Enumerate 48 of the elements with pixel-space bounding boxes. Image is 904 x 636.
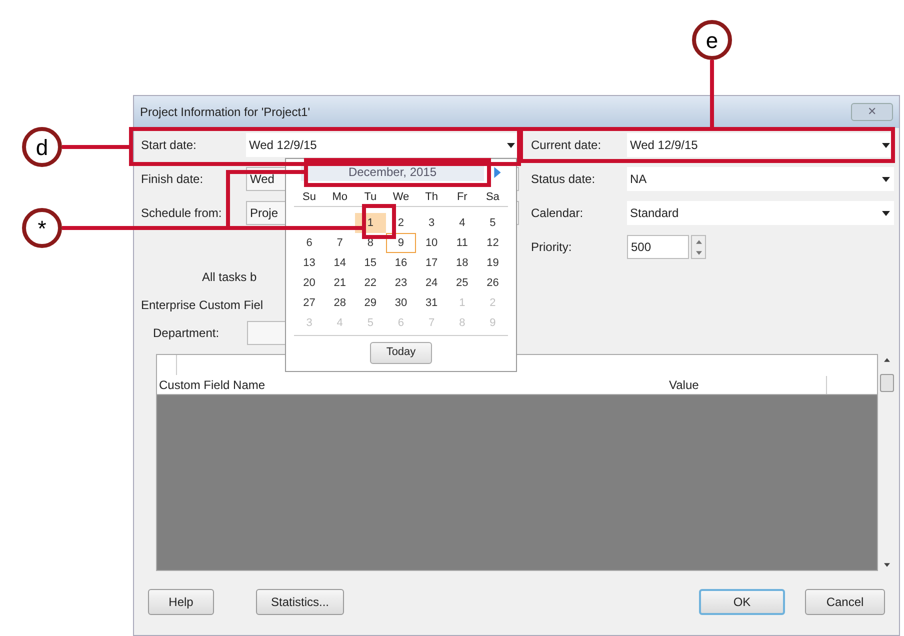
field-label: Finish date: (141, 171, 204, 188)
next-month-icon[interactable] (494, 166, 501, 178)
dropdown-arrow-icon[interactable] (882, 176, 890, 182)
date-dropdown[interactable]: Wed 12/9/15 (246, 133, 519, 157)
weekday-label: Mo (331, 190, 348, 205)
highlight-box (362, 204, 396, 239)
today-button[interactable]: Today (370, 342, 432, 364)
down-arrow-icon[interactable] (884, 563, 890, 567)
field-label: Calendar: (531, 205, 584, 222)
annotation-marker: * (22, 208, 62, 248)
leader-line (62, 145, 130, 149)
scroll-thumb[interactable] (880, 374, 894, 392)
weekday-label: We (392, 190, 410, 205)
info-text: All tasks b (202, 269, 257, 286)
field-label: Current date: (531, 137, 602, 154)
column-header: Custom Field Name (158, 376, 266, 394)
field-label: Priority: (531, 239, 573, 256)
dropdown-field[interactable]: NA (627, 167, 894, 191)
field-label: Schedule from: (141, 205, 223, 222)
statistics-button[interactable]: Statistics... (256, 589, 344, 615)
up-arrow-icon[interactable] (696, 240, 702, 244)
weekday-label: Fr (456, 190, 468, 205)
annotation-marker: e (692, 20, 732, 60)
dropdown-arrow-icon[interactable] (882, 210, 890, 216)
up-arrow-icon[interactable] (884, 358, 890, 362)
spinner-buttons[interactable] (691, 235, 706, 259)
leader-line (710, 60, 714, 129)
dropdown-arrow-icon[interactable] (507, 142, 515, 148)
cancel-button[interactable]: Cancel (805, 589, 885, 615)
weekday-label: Sa (484, 190, 500, 205)
section-heading: Enterprise Custom Fiel (141, 297, 264, 314)
weekday-label: Th (424, 190, 439, 205)
column-header: Value (667, 376, 827, 394)
field-label: Department: (153, 325, 220, 342)
dropdown-field[interactable]: Standard (627, 201, 894, 225)
ok-button[interactable]: OK (699, 589, 785, 615)
weekday-label: Su (302, 190, 318, 205)
weekday-label: Tu (363, 190, 378, 205)
field-label: Status date: (531, 171, 596, 188)
help-button[interactable]: Help (148, 589, 214, 615)
field-label: Start date: (141, 137, 198, 154)
dropdown-field[interactable]: Wed 12/9/15 (627, 133, 894, 157)
window-title: Project Information for 'Project1' (140, 104, 310, 121)
down-arrow-icon[interactable] (696, 250, 702, 254)
annotation-marker: d (22, 127, 62, 167)
close-button[interactable]: ✕ (851, 103, 893, 121)
dropdown-arrow-icon[interactable] (882, 142, 890, 148)
priority-field[interactable]: 500 (627, 235, 689, 259)
